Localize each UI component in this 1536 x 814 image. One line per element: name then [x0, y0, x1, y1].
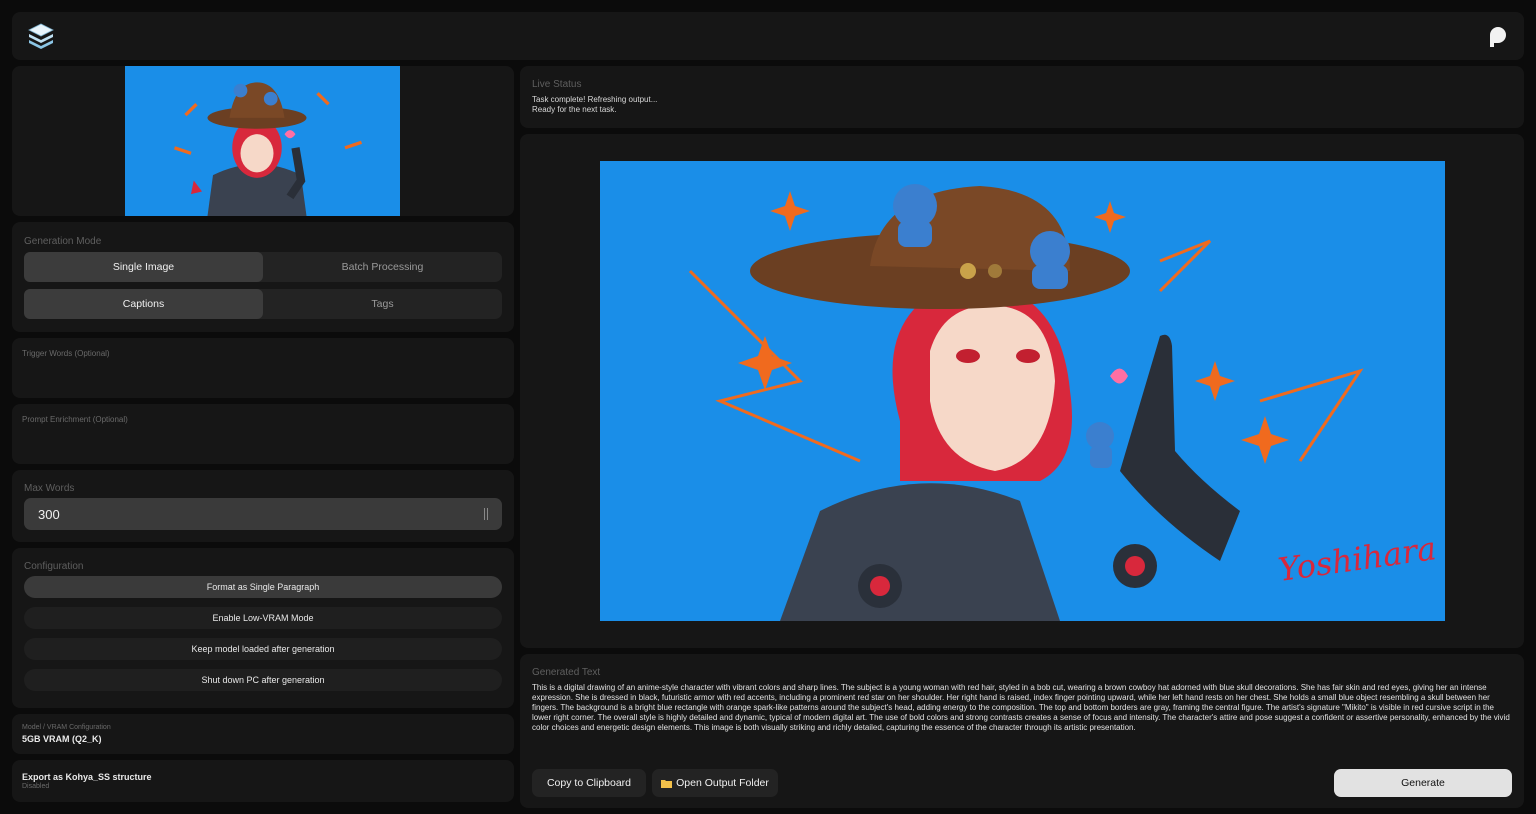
prompt-enrichment-label: Prompt Enrichment (Optional) — [22, 415, 128, 424]
max-words-input[interactable]: 300 — [24, 498, 502, 530]
generate-label: Generate — [1401, 777, 1445, 789]
input-thumbnail-image[interactable] — [125, 66, 400, 216]
model-select[interactable]: Model / VRAM Configuration 5GB VRAM (Q2_… — [12, 714, 514, 754]
generate-button[interactable]: Generate — [1334, 769, 1512, 797]
generated-text-output[interactable]: This is a digital drawing of an anime-st… — [532, 683, 1514, 733]
configuration-label: Configuration — [24, 561, 84, 572]
patreon-icon[interactable] — [1486, 24, 1510, 48]
top-bar — [12, 12, 1524, 60]
status-line: Ready for the next task. — [532, 105, 617, 114]
configuration-panel: Configuration Format as Single Paragraph… — [12, 548, 514, 708]
trigger-words-label: Trigger Words (Optional) — [22, 349, 110, 358]
open-folder-label: Open Output Folder — [676, 777, 769, 789]
generated-text-panel: Generated Text This is a digital drawing… — [520, 654, 1524, 808]
max-words-panel: Max Words 300 — [12, 470, 514, 542]
generation-mode-panel: Generation Mode Single Image Batch Proce… — [12, 222, 514, 332]
keep-model-loaded-toggle[interactable]: Keep model loaded after generation — [24, 638, 502, 660]
open-output-folder-button[interactable]: Open Output Folder — [652, 769, 778, 797]
low-vram-toggle[interactable]: Enable Low-VRAM Mode — [24, 607, 502, 629]
model-value: 5GB VRAM (Q2_K) — [22, 734, 102, 744]
preview-image[interactable]: Yoshihara — [600, 161, 1445, 621]
max-words-label: Max Words — [24, 483, 75, 494]
captions-button[interactable]: Captions — [24, 289, 263, 319]
export-label: Export as Kohya_SS structure — [22, 772, 152, 782]
thumbnail-panel — [12, 66, 514, 216]
export-status: Disabled — [22, 783, 50, 790]
prompt-enrichment-field[interactable]: Prompt Enrichment (Optional) — [12, 404, 514, 464]
copy-to-clipboard-button[interactable]: Copy to Clipboard — [532, 769, 646, 797]
tags-button[interactable]: Tags — [263, 289, 502, 319]
mode-segmented-control: Single Image Batch Processing — [24, 252, 502, 282]
folder-icon — [661, 779, 673, 788]
export-kohya-toggle[interactable]: Export as Kohya_SS structure Disabled — [12, 760, 514, 802]
single-image-button[interactable]: Single Image — [24, 252, 263, 282]
single-paragraph-toggle[interactable]: Format as Single Paragraph — [24, 576, 502, 598]
image-preview-panel: Yoshihara — [520, 134, 1524, 648]
resize-grip-icon[interactable] — [484, 508, 488, 520]
generation-mode-label: Generation Mode — [24, 236, 102, 247]
live-status-panel: Live Status Task complete! Refreshing ou… — [520, 66, 1524, 128]
layers-stack-icon[interactable] — [26, 21, 56, 51]
trigger-words-field[interactable]: Trigger Words (Optional) — [12, 338, 514, 398]
batch-processing-button[interactable]: Batch Processing — [263, 252, 502, 282]
live-status-label: Live Status — [532, 79, 582, 90]
max-words-value: 300 — [38, 506, 60, 522]
shutdown-pc-toggle[interactable]: Shut down PC after generation — [24, 669, 502, 691]
generated-text-label: Generated Text — [532, 667, 601, 678]
status-line: Task complete! Refreshing output... — [532, 95, 658, 104]
model-label: Model / VRAM Configuration — [22, 724, 111, 731]
output-type-segmented-control: Captions Tags — [24, 289, 502, 319]
copy-label: Copy to Clipboard — [546, 777, 632, 789]
